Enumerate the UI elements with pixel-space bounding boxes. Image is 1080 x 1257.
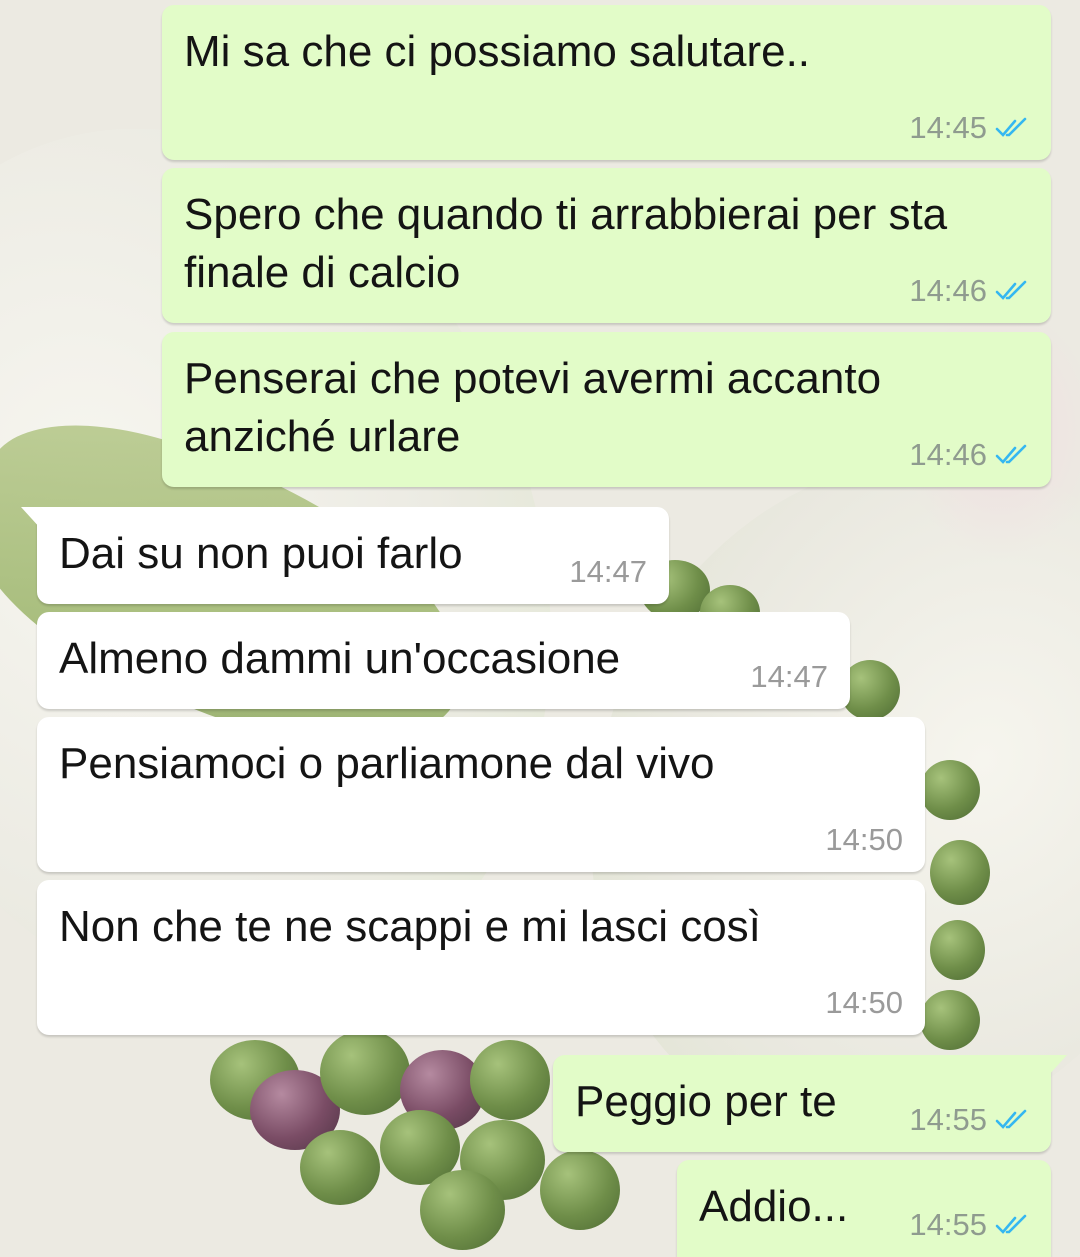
wallpaper-bud: [930, 840, 990, 905]
message-meta: 14:45: [909, 110, 1029, 146]
wallpaper-bud: [930, 920, 985, 980]
message-bubble-outgoing[interactable]: Peggio per te 14:55: [553, 1055, 1067, 1152]
message-meta: 14:46: [909, 437, 1029, 473]
wallpaper-bud: [920, 760, 980, 820]
message-time: 14:46: [909, 273, 987, 308]
message-time: 14:47: [569, 554, 647, 589]
double-check-icon: [995, 117, 1027, 137]
message-bubble-outgoing[interactable]: Mi sa che ci possiamo salutare.. 14:45: [162, 5, 1051, 160]
double-check-icon: [995, 1109, 1027, 1129]
message-meta: 14:47: [750, 659, 828, 695]
bubble-tail: [21, 507, 41, 529]
message-text: Dai su non puoi farlo: [59, 529, 463, 578]
message-meta: 14:47: [569, 554, 647, 590]
message-time: 14:55: [909, 1207, 987, 1242]
message-time: 14:55: [909, 1102, 987, 1137]
message-text: Spero che quando ti arrabbierai per sta …: [184, 190, 948, 297]
message-time: 14:50: [825, 822, 903, 857]
message-meta: 14:46: [909, 273, 1029, 309]
message-meta: 14:55: [909, 1207, 1029, 1243]
message-text: Pensiamoci o parliamone dal vivo: [59, 739, 715, 788]
double-check-icon: [995, 280, 1027, 300]
message-text: Penserai che potevi avermi accanto anzic…: [184, 354, 882, 461]
wallpaper-bud: [470, 1040, 550, 1120]
message-bubble-incoming[interactable]: Non che te ne scappi e mi lasci così 14:…: [37, 880, 925, 1035]
message-meta: 14:50: [825, 822, 903, 858]
message-bubble-incoming[interactable]: Pensiamoci o parliamone dal vivo 14:50: [37, 717, 925, 872]
message-bubble-incoming[interactable]: Dai su non puoi farlo 14:47: [21, 507, 669, 604]
double-check-icon: [995, 444, 1027, 464]
message-bubble-outgoing[interactable]: Spero che quando ti arrabbierai per sta …: [162, 168, 1051, 323]
wallpaper-bud: [920, 990, 980, 1050]
message-text: Mi sa che ci possiamo salutare..: [184, 27, 811, 76]
message-time: 14:50: [825, 985, 903, 1020]
wallpaper-bud: [420, 1170, 505, 1250]
wallpaper-bud: [320, 1030, 410, 1115]
bubble-tail: [1047, 1055, 1067, 1077]
message-meta: 14:55: [909, 1102, 1029, 1138]
message-meta: 14:50: [825, 985, 903, 1021]
double-check-icon: [995, 1214, 1027, 1234]
message-text: Almeno dammi un'occasione: [59, 634, 621, 683]
message-time: 14:47: [750, 659, 828, 694]
message-text: Addio...: [699, 1182, 849, 1231]
message-text: Peggio per te: [575, 1077, 837, 1126]
message-text: Non che te ne scappi e mi lasci così: [59, 902, 761, 951]
message-time: 14:46: [909, 437, 987, 472]
message-time: 14:45: [909, 110, 987, 145]
wallpaper-bud: [540, 1150, 620, 1230]
message-bubble-incoming[interactable]: Almeno dammi un'occasione 14:47: [37, 612, 850, 709]
wallpaper-bud: [300, 1130, 380, 1205]
message-bubble-outgoing[interactable]: Addio... 14:55: [677, 1160, 1051, 1257]
message-bubble-outgoing[interactable]: Penserai che potevi avermi accanto anzic…: [162, 332, 1051, 487]
